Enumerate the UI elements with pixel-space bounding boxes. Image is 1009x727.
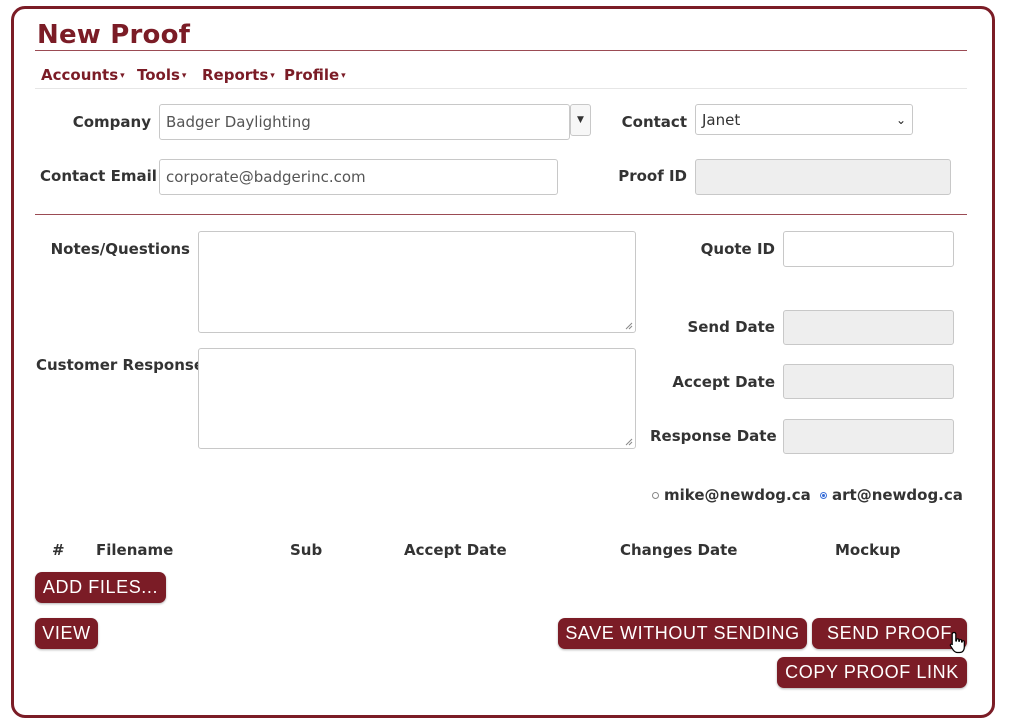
menu-accounts[interactable]: Accounts ▾: [41, 66, 125, 84]
customer-response-label: Customer Response: [36, 356, 204, 374]
radio-unchecked-icon: [652, 491, 659, 499]
menu-tools[interactable]: Tools ▾: [137, 66, 186, 84]
save-without-sending-button[interactable]: SAVE WITHOUT SENDING: [558, 618, 807, 649]
menu-accounts-label: Accounts: [41, 66, 119, 84]
accept-date-field: [783, 364, 954, 399]
menu-tools-label: Tools: [137, 66, 180, 84]
menu-reports[interactable]: Reports ▾: [202, 66, 275, 84]
response-date-label: Response Date: [650, 427, 777, 445]
page-title: New Proof: [37, 20, 191, 50]
company-dropdown-button[interactable]: ▼: [570, 104, 591, 136]
quote-id-field[interactable]: [783, 231, 954, 267]
col-sub: Sub: [290, 541, 323, 559]
send-date-field: [783, 310, 954, 345]
section-divider: [35, 214, 967, 215]
caret-down-icon: ▾: [120, 71, 125, 81]
chevron-down-icon: ⌄: [895, 112, 906, 127]
contact-email-label: Contact Email: [40, 167, 157, 185]
notes-label: Notes/Questions: [50, 240, 190, 258]
title-divider: [35, 50, 967, 51]
contact-email-value: corporate@badgerinc.com: [166, 168, 366, 186]
copy-proof-link-button[interactable]: COPY PROOF LINK: [777, 657, 967, 688]
sender-radio-mike[interactable]: mike@newdog.ca: [652, 486, 811, 504]
menu-profile[interactable]: Profile ▾: [284, 66, 346, 84]
proof-id-label: Proof ID: [618, 167, 687, 185]
caret-down-icon: ▾: [341, 71, 346, 81]
resize-grip-icon[interactable]: [625, 438, 633, 446]
company-field[interactable]: Badger Daylighting: [159, 104, 570, 140]
col-number: #: [52, 541, 65, 559]
menu-divider: [35, 88, 967, 89]
send-date-label: Send Date: [687, 318, 775, 336]
hand-pointer-icon: [949, 631, 965, 654]
col-filename: Filename: [96, 541, 174, 559]
caret-down-icon: ▼: [577, 115, 584, 125]
quote-id-label: Quote ID: [700, 240, 775, 258]
contact-select[interactable]: Janet ⌄: [695, 104, 913, 135]
contact-email-field[interactable]: corporate@badgerinc.com: [159, 159, 558, 195]
contact-value: Janet: [702, 110, 741, 129]
customer-response-textarea[interactable]: [198, 348, 636, 449]
col-changes-date: Changes Date: [620, 541, 738, 559]
company-label: Company: [72, 113, 151, 131]
proof-id-field: [695, 159, 951, 195]
sender-radio-label: mike@newdog.ca: [664, 486, 811, 504]
caret-down-icon: ▾: [181, 71, 187, 81]
contact-label: Contact: [621, 113, 687, 131]
add-files-button[interactable]: ADD FILES...: [35, 572, 166, 603]
sender-radio-label: art@newdog.ca: [832, 486, 963, 504]
menu-profile-label: Profile: [284, 66, 340, 84]
menu-reports-label: Reports: [202, 66, 269, 84]
sender-radio-art[interactable]: art@newdog.ca: [820, 486, 963, 504]
notes-textarea[interactable]: [198, 231, 636, 333]
resize-grip-icon[interactable]: [625, 322, 633, 330]
col-accept-date: Accept Date: [404, 541, 507, 559]
send-proof-button[interactable]: SEND PROOF: [812, 618, 967, 649]
company-value: Badger Daylighting: [166, 113, 311, 131]
col-mockup: Mockup: [835, 541, 901, 559]
caret-down-icon: ▾: [270, 71, 275, 81]
response-date-field: [783, 419, 954, 454]
radio-checked-icon: [820, 491, 827, 499]
view-button[interactable]: VIEW: [35, 618, 98, 649]
accept-date-label: Accept Date: [672, 373, 775, 391]
